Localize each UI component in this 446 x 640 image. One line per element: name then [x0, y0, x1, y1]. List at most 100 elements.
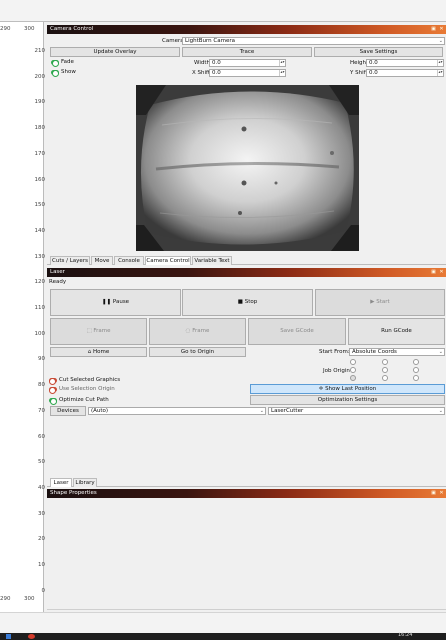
optimization-settings-button[interactable]: Optimization Settings [250, 395, 445, 405]
job-origin-radio[interactable] [350, 359, 356, 365]
ruler-tick-label: 10 [38, 562, 45, 568]
frame-rect-button[interactable]: ⬚ Frame [50, 318, 147, 345]
job-origin-radio[interactable] [413, 359, 419, 365]
tab-console[interactable]: Console [114, 256, 144, 265]
float-icon[interactable]: ▣ [430, 25, 437, 34]
vertical-ruler: 210 200 190 180 170 160 150 140 130 120 110 100 90 80… [30, 40, 46, 594]
tab-laser[interactable]: Laser [50, 478, 72, 487]
tab-move[interactable]: Move [91, 256, 113, 265]
start-from-select[interactable]: Absolute Coords ⌄ [349, 348, 445, 356]
ruler-label: 290 [0, 596, 11, 602]
close-icon[interactable]: ✕ [438, 25, 445, 34]
panel-title: Laser [50, 269, 65, 275]
start-button[interactable]: ▶ Start [315, 289, 445, 316]
chevron-down-icon: ⌄ [438, 349, 443, 355]
cut-selected-label: Cut Selected Graphics [59, 377, 121, 383]
xshift-label: X Shift [192, 70, 211, 76]
show-toggle[interactable] [51, 70, 59, 77]
spin-arrows-icon[interactable]: ▴▾ [437, 60, 443, 66]
save-gcode-button[interactable]: Save GCode [248, 318, 346, 345]
fade-toggle[interactable] [51, 60, 59, 67]
horizontal-ruler-bottom: 290 300 [0, 596, 44, 606]
port-select[interactable]: (Auto) ⌄ [88, 407, 266, 415]
use-selection-origin-toggle[interactable] [49, 387, 57, 394]
job-origin-radio[interactable] [382, 375, 388, 381]
taskbar: 16:24 [0, 632, 446, 640]
width-spinbox[interactable]: 0.0 ▴▾ [209, 59, 286, 67]
ruler-tick-label: 70 [38, 407, 45, 414]
ruler-tick-label: 50 [38, 459, 45, 466]
run-gcode-button[interactable]: Run GCode [348, 318, 445, 345]
chevron-down-icon: ⌄ [438, 408, 443, 414]
camera-feed-image [136, 85, 359, 251]
ruler-tick-label: 160 [34, 176, 46, 183]
spin-arrows-icon[interactable]: ▴▾ [279, 60, 285, 66]
pause-icon: ❚❚ [101, 299, 112, 305]
tab-variable-text[interactable]: Variable Text [192, 256, 232, 265]
show-label: Show [61, 69, 76, 75]
job-origin-radio[interactable] [413, 367, 419, 373]
optimize-cut-path-label: Optimize Cut Path [59, 397, 109, 403]
ruler-tick-label: 0 [41, 587, 46, 594]
job-origin-radio[interactable] [413, 375, 419, 381]
go-to-origin-button[interactable]: Go to Origin [149, 347, 246, 357]
trace-button[interactable]: Trace [182, 47, 312, 57]
ruler-tick-label: 150 [34, 202, 46, 209]
tab-cuts-layers[interactable]: Cuts / Layers [50, 256, 90, 265]
ruler-tick-label: 210 [34, 48, 46, 54]
clock: 16:24 [398, 632, 413, 638]
optimize-cut-path-toggle[interactable] [49, 398, 57, 405]
cut-selected-toggle[interactable] [49, 378, 57, 385]
home-button[interactable]: ⌂ Home [50, 347, 147, 357]
panel-title: Shape Properties [50, 490, 97, 496]
laser-status: Ready [49, 279, 67, 285]
tab-library[interactable]: Library [73, 478, 97, 487]
laser-panel: Laser ▣ ✕ Ready ❚❚ Pause ■ Stop ▶ Start … [47, 268, 446, 488]
show-last-position-button[interactable]: ✛ Show Last Position [250, 384, 445, 394]
devices-button[interactable]: Devices [50, 406, 86, 416]
play-icon: ▶ [370, 299, 375, 305]
ruler-tick-label: 110 [34, 305, 46, 311]
ruler-tick-label: 80 [38, 382, 45, 389]
float-icon[interactable]: ▣ [430, 268, 437, 277]
horizontal-ruler-top: 290 300 [0, 26, 44, 36]
laser-titlebar: Laser ▣ ✕ [47, 268, 446, 277]
ruler-tick-label: 140 [34, 227, 46, 234]
stop-icon: ■ [237, 299, 243, 305]
job-origin-radio[interactable] [382, 367, 388, 373]
spin-arrows-icon[interactable]: ▴▾ [279, 70, 285, 76]
top-strip [0, 0, 446, 22]
bottom-tabbar: Laser Library [47, 477, 446, 487]
update-overlay-button[interactable]: Update Overlay [50, 47, 180, 57]
top-tabbar: Cuts / Layers Move Console Camera Contro… [47, 255, 446, 265]
yshift-spinbox[interactable]: 0.0 ▴▾ [366, 69, 444, 77]
shape-properties-panel: Shape Properties ▣ ✕ [47, 489, 446, 610]
xshift-spinbox[interactable]: 0.0 ▴▾ [209, 69, 286, 77]
stop-button[interactable]: ■ Stop [182, 289, 313, 316]
ruler-tick-label: 200 [34, 73, 46, 80]
ruler-tick-label: 60 [38, 433, 45, 440]
panel-title: Camera Control [50, 26, 94, 32]
spin-arrows-icon[interactable]: ▴▾ [437, 70, 443, 76]
job-origin-radio[interactable] [382, 359, 388, 365]
save-settings-button[interactable]: Save Settings [314, 47, 443, 57]
job-origin-radio[interactable] [350, 367, 356, 373]
pause-button[interactable]: ❚❚ Pause [50, 289, 181, 316]
close-icon[interactable]: ✕ [438, 268, 445, 277]
ruler-label: 290 [0, 26, 11, 32]
job-origin-radio-selected[interactable] [350, 375, 356, 381]
start-icon[interactable] [6, 634, 11, 639]
float-icon[interactable]: ▣ [430, 489, 437, 498]
top-divider [0, 21, 446, 22]
app-icon[interactable] [28, 634, 35, 639]
camera-select[interactable]: LightBurn Camera ⌄ [182, 37, 445, 45]
frame-rubberband-button[interactable]: ◌ Frame [149, 318, 246, 345]
device-select[interactable]: LaserCutter ⌄ [268, 407, 445, 415]
chevron-down-icon: ⌄ [438, 38, 443, 44]
ruler-label: 300 [24, 596, 35, 602]
close-icon[interactable]: ✕ [438, 489, 445, 498]
tab-camera-control[interactable]: Camera Control [145, 256, 191, 265]
crosshair-icon: ✛ [318, 386, 324, 392]
height-spinbox[interactable]: 0.0 ▴▾ [366, 59, 444, 67]
frame-circle-icon: ◌ [185, 328, 191, 334]
